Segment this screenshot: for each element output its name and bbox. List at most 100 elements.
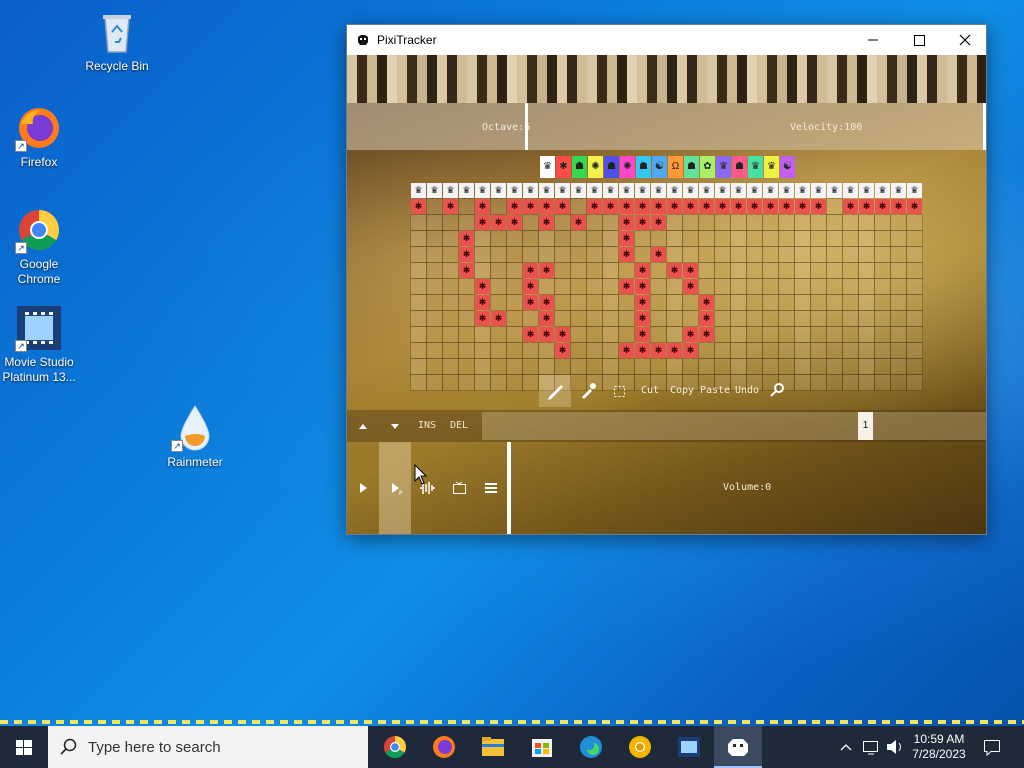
- pattern-cell[interactable]: [490, 326, 507, 343]
- pattern-cell[interactable]: [410, 262, 427, 279]
- pattern-cell[interactable]: [826, 214, 843, 231]
- pattern-cell[interactable]: [746, 294, 763, 311]
- pattern-cell[interactable]: [890, 358, 907, 375]
- window-titlebar[interactable]: PixiTracker: [347, 25, 986, 55]
- pattern-cell[interactable]: [810, 358, 827, 375]
- pattern-cell[interactable]: [794, 214, 811, 231]
- instrument-slot[interactable]: ☯: [780, 156, 795, 178]
- pattern-cell[interactable]: [794, 374, 811, 391]
- pattern-cell[interactable]: [522, 342, 539, 359]
- pattern-cell[interactable]: [794, 246, 811, 263]
- pattern-cell[interactable]: [586, 246, 603, 263]
- pattern-note[interactable]: ✱: [699, 327, 714, 342]
- pattern-note[interactable]: ✱: [779, 199, 794, 214]
- pattern-cell[interactable]: [666, 230, 683, 247]
- pattern-cell[interactable]: [666, 310, 683, 327]
- instrument-slot[interactable]: Ω: [668, 156, 683, 178]
- pattern-cell[interactable]: [890, 262, 907, 279]
- pattern-note[interactable]: ✱: [459, 247, 474, 262]
- network-button[interactable]: [860, 726, 882, 768]
- instrument-slot[interactable]: ☗: [732, 156, 747, 178]
- pattern-cell[interactable]: [586, 310, 603, 327]
- pattern-cell[interactable]: [826, 262, 843, 279]
- pattern-cell[interactable]: [602, 326, 619, 343]
- pattern-cell[interactable]: [426, 358, 443, 375]
- pattern-cell[interactable]: [506, 326, 523, 343]
- pattern-cell[interactable]: [410, 342, 427, 359]
- pattern-header-cell[interactable]: ♛: [651, 183, 666, 198]
- pattern-cell[interactable]: [618, 326, 635, 343]
- eyedropper-tool-button[interactable]: [571, 375, 603, 407]
- pattern-cell[interactable]: [522, 310, 539, 327]
- pattern-note[interactable]: ✱: [587, 199, 602, 214]
- pattern-cell[interactable]: [426, 278, 443, 295]
- piano-keyboard[interactable]: Octave:6 Velocity:100: [347, 55, 986, 150]
- pattern-cell[interactable]: [730, 214, 747, 231]
- pattern-note[interactable]: ✱: [731, 199, 746, 214]
- velocity-slider-handle[interactable]: [983, 103, 986, 150]
- pattern-cell[interactable]: [490, 294, 507, 311]
- instrument-slot[interactable]: ✱: [556, 156, 571, 178]
- piano-key[interactable]: [387, 55, 397, 103]
- piano-key[interactable]: [567, 55, 577, 103]
- pattern-cell[interactable]: [874, 246, 891, 263]
- desktop-icon-rainmeter[interactable]: ↗ Rainmeter: [156, 404, 234, 470]
- pattern-cell[interactable]: [794, 310, 811, 327]
- pattern-header-cell[interactable]: ♛: [907, 183, 922, 198]
- pattern-cell[interactable]: [762, 262, 779, 279]
- pattern-cell[interactable]: [410, 230, 427, 247]
- pattern-note[interactable]: ✱: [539, 263, 554, 278]
- pattern-note[interactable]: ✱: [475, 215, 490, 230]
- pattern-cell[interactable]: [426, 342, 443, 359]
- pattern-note[interactable]: ✱: [555, 327, 570, 342]
- pattern-cell[interactable]: [602, 230, 619, 247]
- pattern-note[interactable]: ✱: [619, 231, 634, 246]
- pattern-note[interactable]: ✱: [635, 199, 650, 214]
- pattern-note[interactable]: ✱: [747, 199, 762, 214]
- pattern-cell[interactable]: [506, 358, 523, 375]
- pattern-note[interactable]: ✱: [683, 199, 698, 214]
- pattern-cell[interactable]: [810, 278, 827, 295]
- pattern-cell[interactable]: [890, 294, 907, 311]
- pattern-cell[interactable]: [458, 358, 475, 375]
- pattern-cell[interactable]: [746, 326, 763, 343]
- pattern-cell[interactable]: [426, 230, 443, 247]
- sequence-position-marker[interactable]: 1: [858, 412, 873, 440]
- pattern-cell[interactable]: [842, 310, 859, 327]
- pattern-note[interactable]: ✱: [507, 215, 522, 230]
- pattern-cell[interactable]: [730, 294, 747, 311]
- piano-key[interactable]: [427, 55, 437, 103]
- desktop-icon-firefox[interactable]: ↗ Firefox: [0, 104, 78, 170]
- pattern-cell[interactable]: [618, 310, 635, 327]
- pattern-header-cell[interactable]: ♛: [571, 183, 586, 198]
- pattern-cell[interactable]: [506, 278, 523, 295]
- pattern-header-cell[interactable]: ♛: [891, 183, 906, 198]
- pattern-cell[interactable]: [474, 262, 491, 279]
- piano-key[interactable]: [957, 55, 967, 103]
- pattern-cell[interactable]: [426, 326, 443, 343]
- pattern-note[interactable]: ✱: [635, 327, 650, 342]
- pattern-cell[interactable]: [490, 342, 507, 359]
- pattern-note[interactable]: ✱: [507, 199, 522, 214]
- pattern-cell[interactable]: [586, 342, 603, 359]
- pattern-cell[interactable]: [794, 358, 811, 375]
- pattern-cell[interactable]: [538, 278, 555, 295]
- pattern-cell[interactable]: [666, 246, 683, 263]
- pattern-cell[interactable]: [762, 230, 779, 247]
- pattern-cell[interactable]: [586, 278, 603, 295]
- insert-button[interactable]: INS: [411, 410, 443, 442]
- pattern-cell[interactable]: [794, 342, 811, 359]
- pattern-cell[interactable]: [874, 342, 891, 359]
- pattern-note[interactable]: ✱: [795, 199, 810, 214]
- pattern-note[interactable]: ✱: [475, 311, 490, 326]
- pattern-cell[interactable]: [682, 246, 699, 263]
- pattern-cell[interactable]: [602, 278, 619, 295]
- pattern-cell[interactable]: [442, 294, 459, 311]
- pattern-cell[interactable]: [778, 214, 795, 231]
- instrument-slot[interactable]: ♛: [748, 156, 763, 178]
- pattern-note[interactable]: ✱: [683, 279, 698, 294]
- pattern-cell[interactable]: [490, 262, 507, 279]
- delete-button[interactable]: DEL: [443, 410, 475, 442]
- pattern-cell[interactable]: [810, 294, 827, 311]
- pattern-cell[interactable]: [410, 214, 427, 231]
